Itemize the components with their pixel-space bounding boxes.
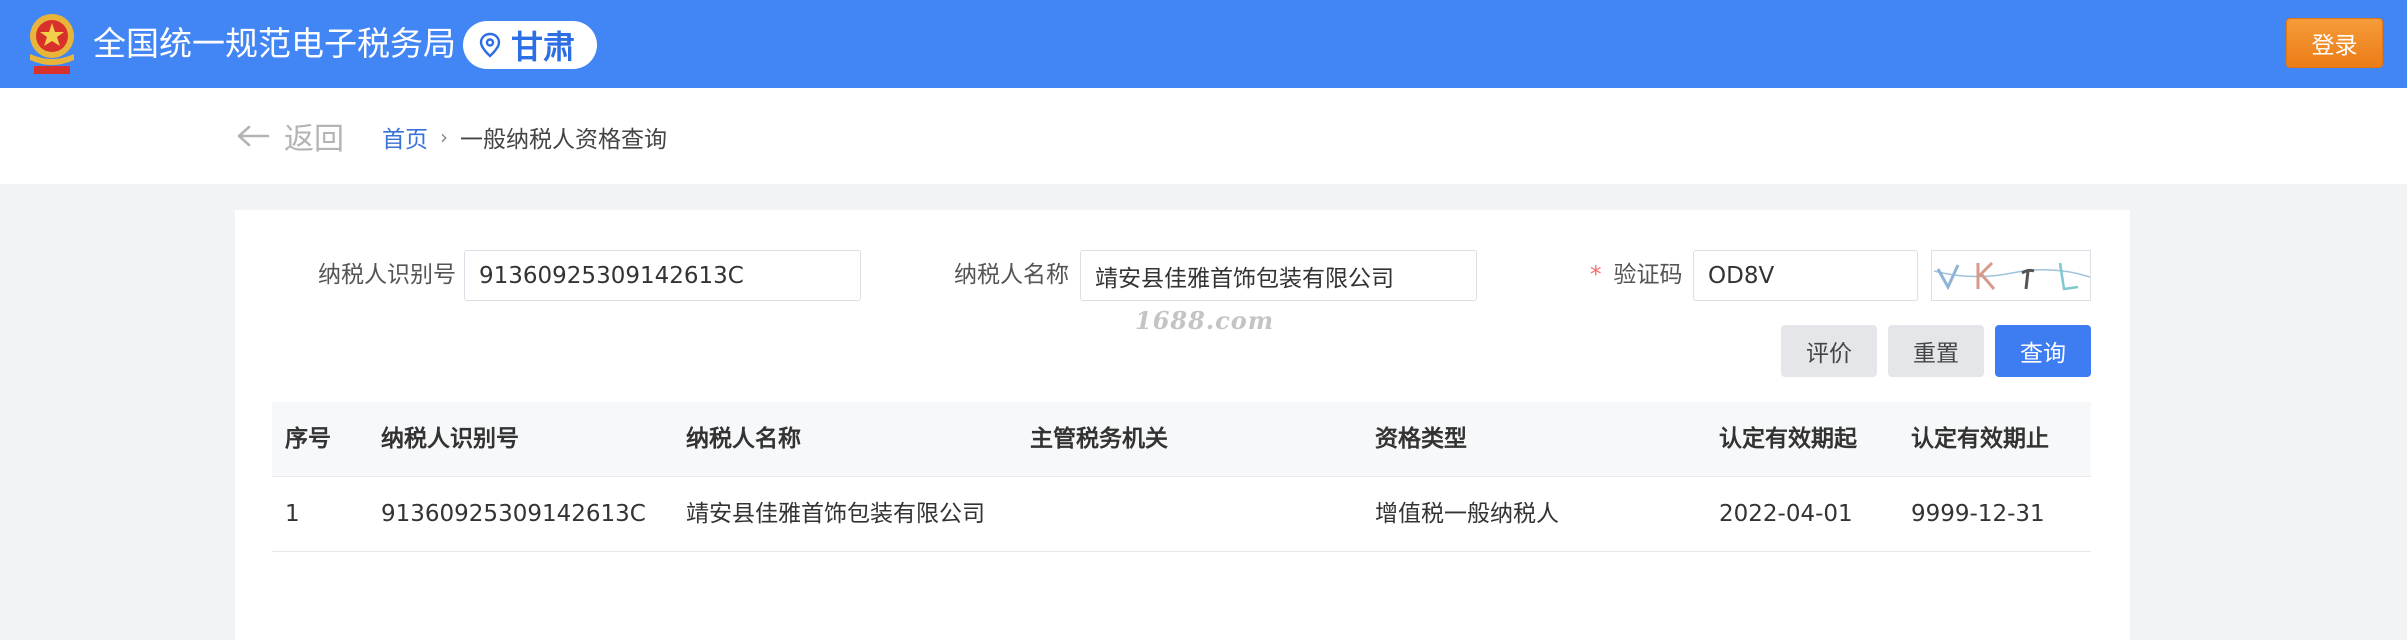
back-button[interactable]: 返回 — [236, 116, 344, 157]
cell-taxpayer-id: 91360925309142613C — [381, 501, 646, 527]
captcha-label-wrap: * 验证码 — [1590, 250, 1683, 300]
table-row: 1 91360925309142613C 靖安县佳雅首饰包装有限公司 增值税一般… — [272, 477, 2091, 552]
cell-valid-from: 2022-04-01 — [1719, 501, 1853, 527]
reset-button[interactable]: 重置 — [1888, 325, 1984, 377]
app-title: 全国统一规范电子税务局 — [93, 24, 456, 63]
captcha-glyphs-icon — [1933, 261, 2090, 291]
breadcrumb-current: 一般纳税人资格查询 — [460, 127, 667, 153]
watermark-logo: 1688.com — [1135, 306, 1275, 335]
query-card: 纳税人识别号 纳税人名称 * 验证码 1688.com 评价 重置 查询 序号 纳… — [235, 210, 2130, 640]
back-label: 返回 — [284, 122, 344, 157]
arrow-left-icon — [237, 125, 270, 147]
region-label: 甘肃 — [511, 28, 576, 66]
cell-index: 1 — [285, 501, 300, 527]
results-table: 序号 纳税人识别号 纳税人名称 主管税务机关 资格类型 认定有效期起 认定有效期… — [272, 402, 2091, 552]
query-button[interactable]: 查询 — [1995, 325, 2091, 377]
breadcrumb: 首页 › 一般纳税人资格查询 — [382, 120, 667, 154]
column-header-valid-from: 认定有效期起 — [1719, 426, 1857, 452]
breadcrumb-bar: 返回 首页 › 一般纳税人资格查询 — [0, 88, 2407, 184]
column-header-index: 序号 — [285, 426, 331, 452]
login-button[interactable]: 登录 — [2286, 18, 2383, 68]
captcha-image[interactable] — [1931, 250, 2091, 301]
cell-valid-to: 9999-12-31 — [1911, 501, 2045, 527]
taxpayer-id-label: 纳税人识别号 — [318, 262, 456, 288]
breadcrumb-separator: › — [440, 125, 448, 149]
table-header-row: 序号 纳税人识别号 纳税人名称 主管税务机关 资格类型 认定有效期起 认定有效期… — [272, 402, 2091, 477]
column-header-taxpayer-id: 纳税人识别号 — [381, 426, 519, 452]
cell-taxpayer-name: 靖安县佳雅首饰包装有限公司 — [686, 501, 985, 527]
top-header: 全国统一规范电子税务局 甘肃 登录 — [0, 0, 2407, 88]
column-header-valid-to: 认定有效期止 — [1911, 426, 2049, 452]
evaluate-button[interactable]: 评价 — [1781, 325, 1877, 377]
taxpayer-name-label: 纳税人名称 — [954, 262, 1069, 288]
region-selector[interactable]: 甘肃 — [463, 21, 597, 69]
column-header-taxpayer-name: 纳税人名称 — [686, 426, 801, 452]
column-header-qualification-type: 资格类型 — [1375, 426, 1467, 452]
national-tax-emblem-icon — [30, 14, 74, 74]
taxpayer-name-input[interactable] — [1080, 250, 1477, 301]
cell-qualification-type: 增值税一般纳税人 — [1375, 501, 1559, 527]
breadcrumb-home-link[interactable]: 首页 — [382, 120, 428, 154]
captcha-input[interactable] — [1693, 250, 1918, 301]
location-pin-icon — [479, 32, 501, 58]
captcha-label: 验证码 — [1613, 262, 1683, 288]
column-header-tax-authority: 主管税务机关 — [1030, 426, 1168, 452]
required-mark: * — [1590, 262, 1602, 288]
taxpayer-id-input[interactable] — [464, 250, 861, 301]
